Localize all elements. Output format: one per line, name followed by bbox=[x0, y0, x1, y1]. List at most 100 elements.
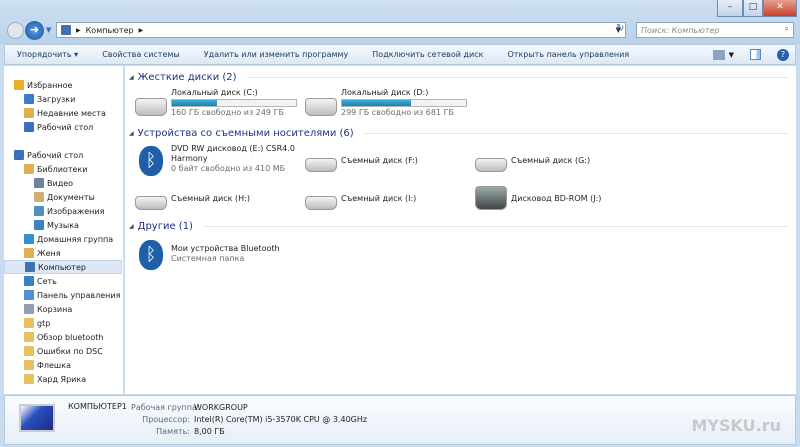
sidebar-item[interactable]: Обзор bluetooth bbox=[4, 330, 122, 344]
sidebar-item[interactable]: Корзина bbox=[4, 302, 122, 316]
uninstall-program-button[interactable]: Удалить или изменить программу bbox=[192, 50, 361, 59]
breadcrumb-computer[interactable]: Компьютер bbox=[86, 26, 134, 35]
organize-button[interactable]: Упорядочить ▾ bbox=[5, 50, 90, 59]
history-dropdown-icon[interactable]: ▼ bbox=[46, 26, 51, 34]
sidebar-item-label: Избранное bbox=[27, 80, 73, 90]
sidebar-item-label: Загрузки bbox=[37, 94, 76, 104]
breadcrumb-chevron-icon[interactable]: ▶ bbox=[139, 27, 144, 34]
drive-d[interactable]: Локальный диск (D:) 299 ГБ свободно из 68… bbox=[305, 88, 470, 124]
close-button[interactable]: ✕ bbox=[763, 0, 797, 17]
removable-drive-icon bbox=[475, 158, 507, 172]
drive-c[interactable]: Локальный диск (C:) 160 ГБ свободно из 24… bbox=[135, 88, 300, 124]
search-icon: ⌕ bbox=[784, 24, 789, 33]
removable-drive-icon bbox=[305, 158, 337, 172]
address-bar[interactable]: ▶ Компьютер ▶ ▼ bbox=[56, 22, 626, 38]
system-properties-button[interactable]: Свойства системы bbox=[90, 50, 192, 59]
refresh-icon[interactable]: ↻ bbox=[616, 23, 624, 34]
sidebar-item[interactable]: Хард Ярика bbox=[4, 372, 122, 386]
bluetooth-icon: ᛒ bbox=[139, 240, 163, 270]
section-other[interactable]: ◢ Другие (1) bbox=[129, 221, 789, 232]
sidebar-item[interactable]: Загрузки bbox=[4, 92, 122, 106]
star-icon bbox=[14, 80, 24, 90]
preview-pane-icon[interactable] bbox=[750, 49, 761, 60]
folder-icon bbox=[24, 318, 34, 328]
control-panel-icon bbox=[24, 290, 34, 300]
minimize-button[interactable]: – bbox=[717, 0, 743, 17]
music-icon bbox=[34, 220, 44, 230]
bluetooth-icon: ᛒ bbox=[139, 146, 163, 176]
computer-name: КОМПЬЮТЕР1 bbox=[68, 402, 127, 411]
sidebar-item[interactable]: Библиотеки bbox=[4, 162, 122, 176]
ram-label: Память: bbox=[156, 427, 190, 436]
drive-g[interactable]: Съемный диск (G:) bbox=[475, 144, 640, 180]
sidebar-item-label: Изображения bbox=[47, 206, 105, 216]
section-removable[interactable]: ◢ Устройства со съемными носителями (6) bbox=[129, 128, 789, 139]
command-bar: Упорядочить ▾ Свойства системы Удалить и… bbox=[4, 44, 796, 65]
network-icon bbox=[24, 276, 34, 286]
sidebar-item[interactable]: Видео bbox=[4, 176, 122, 190]
removable-drive-icon bbox=[135, 196, 167, 210]
recycle-bin-icon bbox=[24, 304, 34, 314]
navigation-pane: Избранное Загрузки Недавние места Рабочий с… bbox=[4, 66, 124, 394]
sidebar-item[interactable]: Женя bbox=[4, 246, 122, 260]
sidebar-item[interactable]: Домашняя группа bbox=[4, 232, 122, 246]
cpu-value: Intel(R) Core(TM) i5-3570K CPU @ 3.40GHz bbox=[194, 415, 368, 424]
bluetooth-devices[interactable]: ᛒ Мои устройства Bluetooth Системная папк… bbox=[135, 238, 300, 274]
sidebar-item-label: Документы bbox=[47, 192, 95, 202]
computer-icon bbox=[19, 404, 55, 432]
open-control-panel-button[interactable]: Открыть панель управления bbox=[495, 50, 641, 59]
video-icon bbox=[34, 178, 44, 188]
drive-i[interactable]: Съемный диск (I:) bbox=[305, 182, 470, 218]
drive-h[interactable]: Съемный диск (H:) bbox=[135, 182, 300, 218]
search-input[interactable]: Поиск: Компьютер ⌕ bbox=[636, 22, 794, 38]
sidebar-item-label: Видео bbox=[47, 178, 74, 188]
recent-icon bbox=[24, 108, 34, 118]
hard-drive-icon bbox=[305, 98, 337, 116]
maximize-button[interactable]: □ bbox=[743, 0, 763, 17]
drive-f[interactable]: Съемный диск (F:) bbox=[305, 144, 470, 180]
sidebar-item-label: Хард Ярика bbox=[37, 374, 87, 384]
sidebar-item-label: Корзина bbox=[37, 304, 73, 314]
computer-icon bbox=[25, 262, 35, 272]
pictures-icon bbox=[34, 206, 44, 216]
details-pane: КОМПЬЮТЕР1 Рабочая группа: WORKGROUP Про… bbox=[4, 395, 796, 445]
drive-j[interactable]: Дисковод BD-ROM (J:) bbox=[475, 182, 640, 218]
sidebar-item-label: Недавние места bbox=[37, 108, 106, 118]
forward-button[interactable]: ➜ bbox=[25, 21, 44, 40]
help-icon[interactable]: ? bbox=[777, 48, 789, 61]
workgroup-label: Рабочая группа: bbox=[131, 403, 200, 412]
drive-c-usage-bar bbox=[171, 99, 297, 107]
view-options-icon[interactable] bbox=[712, 49, 725, 60]
sidebar-item[interactable]: Компьютер bbox=[4, 260, 122, 274]
back-button[interactable] bbox=[7, 22, 24, 39]
sidebar-item[interactable]: Избранное bbox=[4, 78, 122, 92]
sidebar-item[interactable]: Рабочий стол bbox=[4, 148, 122, 162]
folder-icon bbox=[24, 360, 34, 370]
folder-icon bbox=[24, 346, 34, 356]
sidebar-item[interactable]: Документы bbox=[4, 190, 122, 204]
sidebar-item[interactable]: Флешка bbox=[4, 358, 122, 372]
sidebar-item-label: Обзор bluetooth bbox=[37, 332, 104, 342]
drive-e[interactable]: ᛒ DVD RW дисковод (E:) CSR4.0 Harmony 0 ба… bbox=[135, 144, 300, 180]
map-network-drive-button[interactable]: Подключить сетевой диск bbox=[360, 50, 495, 59]
sidebar-item[interactable]: Ошибки по DSC bbox=[4, 344, 122, 358]
sidebar-item[interactable]: Музыка bbox=[4, 218, 122, 232]
sidebar-item[interactable]: Сеть bbox=[4, 274, 122, 288]
downloads-icon bbox=[24, 94, 34, 104]
hard-drive-windows-icon bbox=[135, 98, 167, 116]
sidebar-item[interactable]: gtp bbox=[4, 316, 122, 330]
sidebar-item-label: Рабочий стол bbox=[37, 122, 94, 132]
sidebar-item-label: gtp bbox=[37, 318, 51, 328]
sidebar-item-label: Музыка bbox=[47, 220, 79, 230]
workgroup-value: WORKGROUP bbox=[194, 403, 248, 412]
breadcrumb-separator-icon: ▶ bbox=[76, 26, 81, 34]
section-hard-drives[interactable]: ◢ Жесткие диски (2) bbox=[129, 72, 789, 83]
sidebar-item[interactable]: Панель управления bbox=[4, 288, 122, 302]
sidebar-item[interactable]: Изображения bbox=[4, 204, 122, 218]
sidebar-item[interactable]: Рабочий стол bbox=[4, 120, 122, 134]
documents-icon bbox=[34, 192, 44, 202]
bd-rom-drive-icon bbox=[475, 186, 507, 210]
sidebar-item[interactable]: Недавние места bbox=[4, 106, 122, 120]
sidebar-item-label: Женя bbox=[37, 248, 61, 258]
view-dropdown-icon[interactable]: ▼ bbox=[729, 51, 734, 59]
